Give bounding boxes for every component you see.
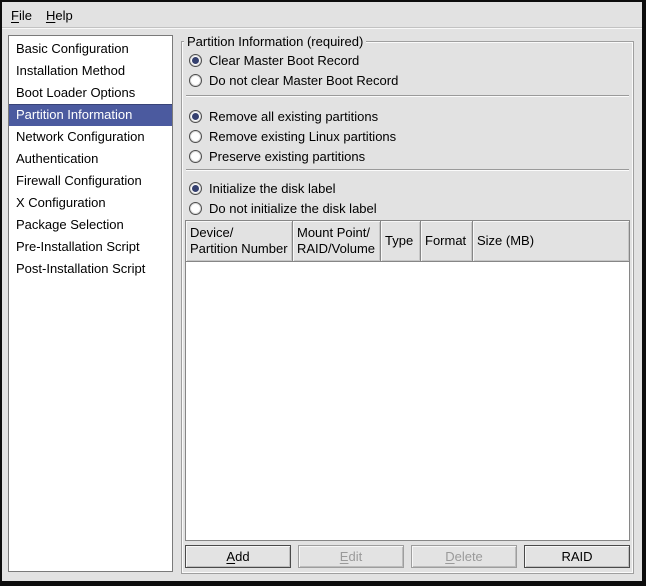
radio-label: Initialize the disk label (209, 181, 335, 196)
sidebar-item-pre-installation-script[interactable]: Pre-Installation Script (9, 236, 172, 258)
radio-button-icon[interactable] (189, 74, 202, 87)
sidebar-item-boot-loader-options[interactable]: Boot Loader Options (9, 82, 172, 104)
radio-label: Preserve existing partitions (209, 149, 365, 164)
separator (186, 95, 629, 97)
column-header-type[interactable]: Type (381, 221, 421, 261)
radio-label: Do not initialize the disk label (209, 201, 377, 216)
sidebar-item-firewall-configuration[interactable]: Firewall Configuration (9, 170, 172, 192)
radio-option-do-not-initialize-the-disk-label[interactable]: Do not initialize the disk label (185, 198, 630, 218)
menubar: FileHelp (2, 2, 642, 29)
column-header-size-mb[interactable]: Size (MB) (473, 221, 629, 261)
panel-title: Partition Information (required) (184, 34, 366, 49)
radio-option-do-not-clear-master-boot-record[interactable]: Do not clear Master Boot Record (185, 70, 630, 90)
sidebar-item-x-configuration[interactable]: X Configuration (9, 192, 172, 214)
sidebar-item-authentication[interactable]: Authentication (9, 148, 172, 170)
add-button[interactable]: Add (185, 545, 291, 568)
sidebar-item-package-selection[interactable]: Package Selection (9, 214, 172, 236)
kickstart-configurator-window: FileHelp Basic ConfigurationInstallation… (0, 0, 646, 586)
radio-option-remove-existing-linux-partitions[interactable]: Remove existing Linux partitions (185, 126, 630, 146)
radio-option-initialize-the-disk-label[interactable]: Initialize the disk label (185, 178, 630, 198)
radio-label: Clear Master Boot Record (209, 53, 359, 68)
radio-groups: Clear Master Boot Record Do not clear Mas… (185, 50, 630, 218)
menu-item-file[interactable]: File (4, 2, 39, 28)
menu-item-help[interactable]: Help (39, 2, 80, 28)
radio-button-icon[interactable] (189, 150, 202, 163)
column-header-mount-point-raid-volume[interactable]: Mount Point/ RAID/Volume (293, 221, 381, 261)
radio-label: Do not clear Master Boot Record (209, 73, 398, 88)
button-row: Add Edit Delete RAID (185, 545, 630, 568)
radio-option-preserve-existing-partitions[interactable]: Preserve existing partitions (185, 146, 630, 166)
delete-button: Delete (411, 545, 517, 568)
raid-button[interactable]: RAID (524, 545, 630, 568)
sidebar-item-partition-information[interactable]: Partition Information (9, 104, 172, 126)
radio-option-clear-master-boot-record[interactable]: Clear Master Boot Record (185, 50, 630, 70)
radio-button-icon[interactable] (189, 130, 202, 143)
sidebar-item-installation-method[interactable]: Installation Method (9, 60, 172, 82)
partition-information-panel: Partition Information (required) Clear M… (181, 41, 634, 574)
radio-option-remove-all-existing-partitions[interactable]: Remove all existing partitions (185, 106, 630, 126)
radio-button-icon[interactable] (189, 110, 202, 123)
separator (186, 169, 629, 171)
sidebar-list: Basic ConfigurationInstallation MethodBo… (8, 35, 173, 572)
radio-button-icon[interactable] (189, 202, 202, 215)
sidebar-item-network-configuration[interactable]: Network Configuration (9, 126, 172, 148)
column-header-format[interactable]: Format (421, 221, 473, 261)
partition-table-body[interactable] (185, 262, 630, 541)
sidebar-item-post-installation-script[interactable]: Post-Installation Script (9, 258, 172, 280)
sidebar-item-basic-configuration[interactable]: Basic Configuration (9, 38, 172, 60)
partition-table: Device/ Partition NumberMount Point/ RAI… (185, 220, 630, 541)
column-header-device-partition-number[interactable]: Device/ Partition Number (186, 221, 293, 261)
radio-button-icon[interactable] (189, 182, 202, 195)
radio-label: Remove existing Linux partitions (209, 129, 396, 144)
partition-table-header: Device/ Partition NumberMount Point/ RAI… (185, 220, 630, 262)
edit-button: Edit (298, 545, 404, 568)
radio-button-icon[interactable] (189, 54, 202, 67)
radio-label: Remove all existing partitions (209, 109, 378, 124)
